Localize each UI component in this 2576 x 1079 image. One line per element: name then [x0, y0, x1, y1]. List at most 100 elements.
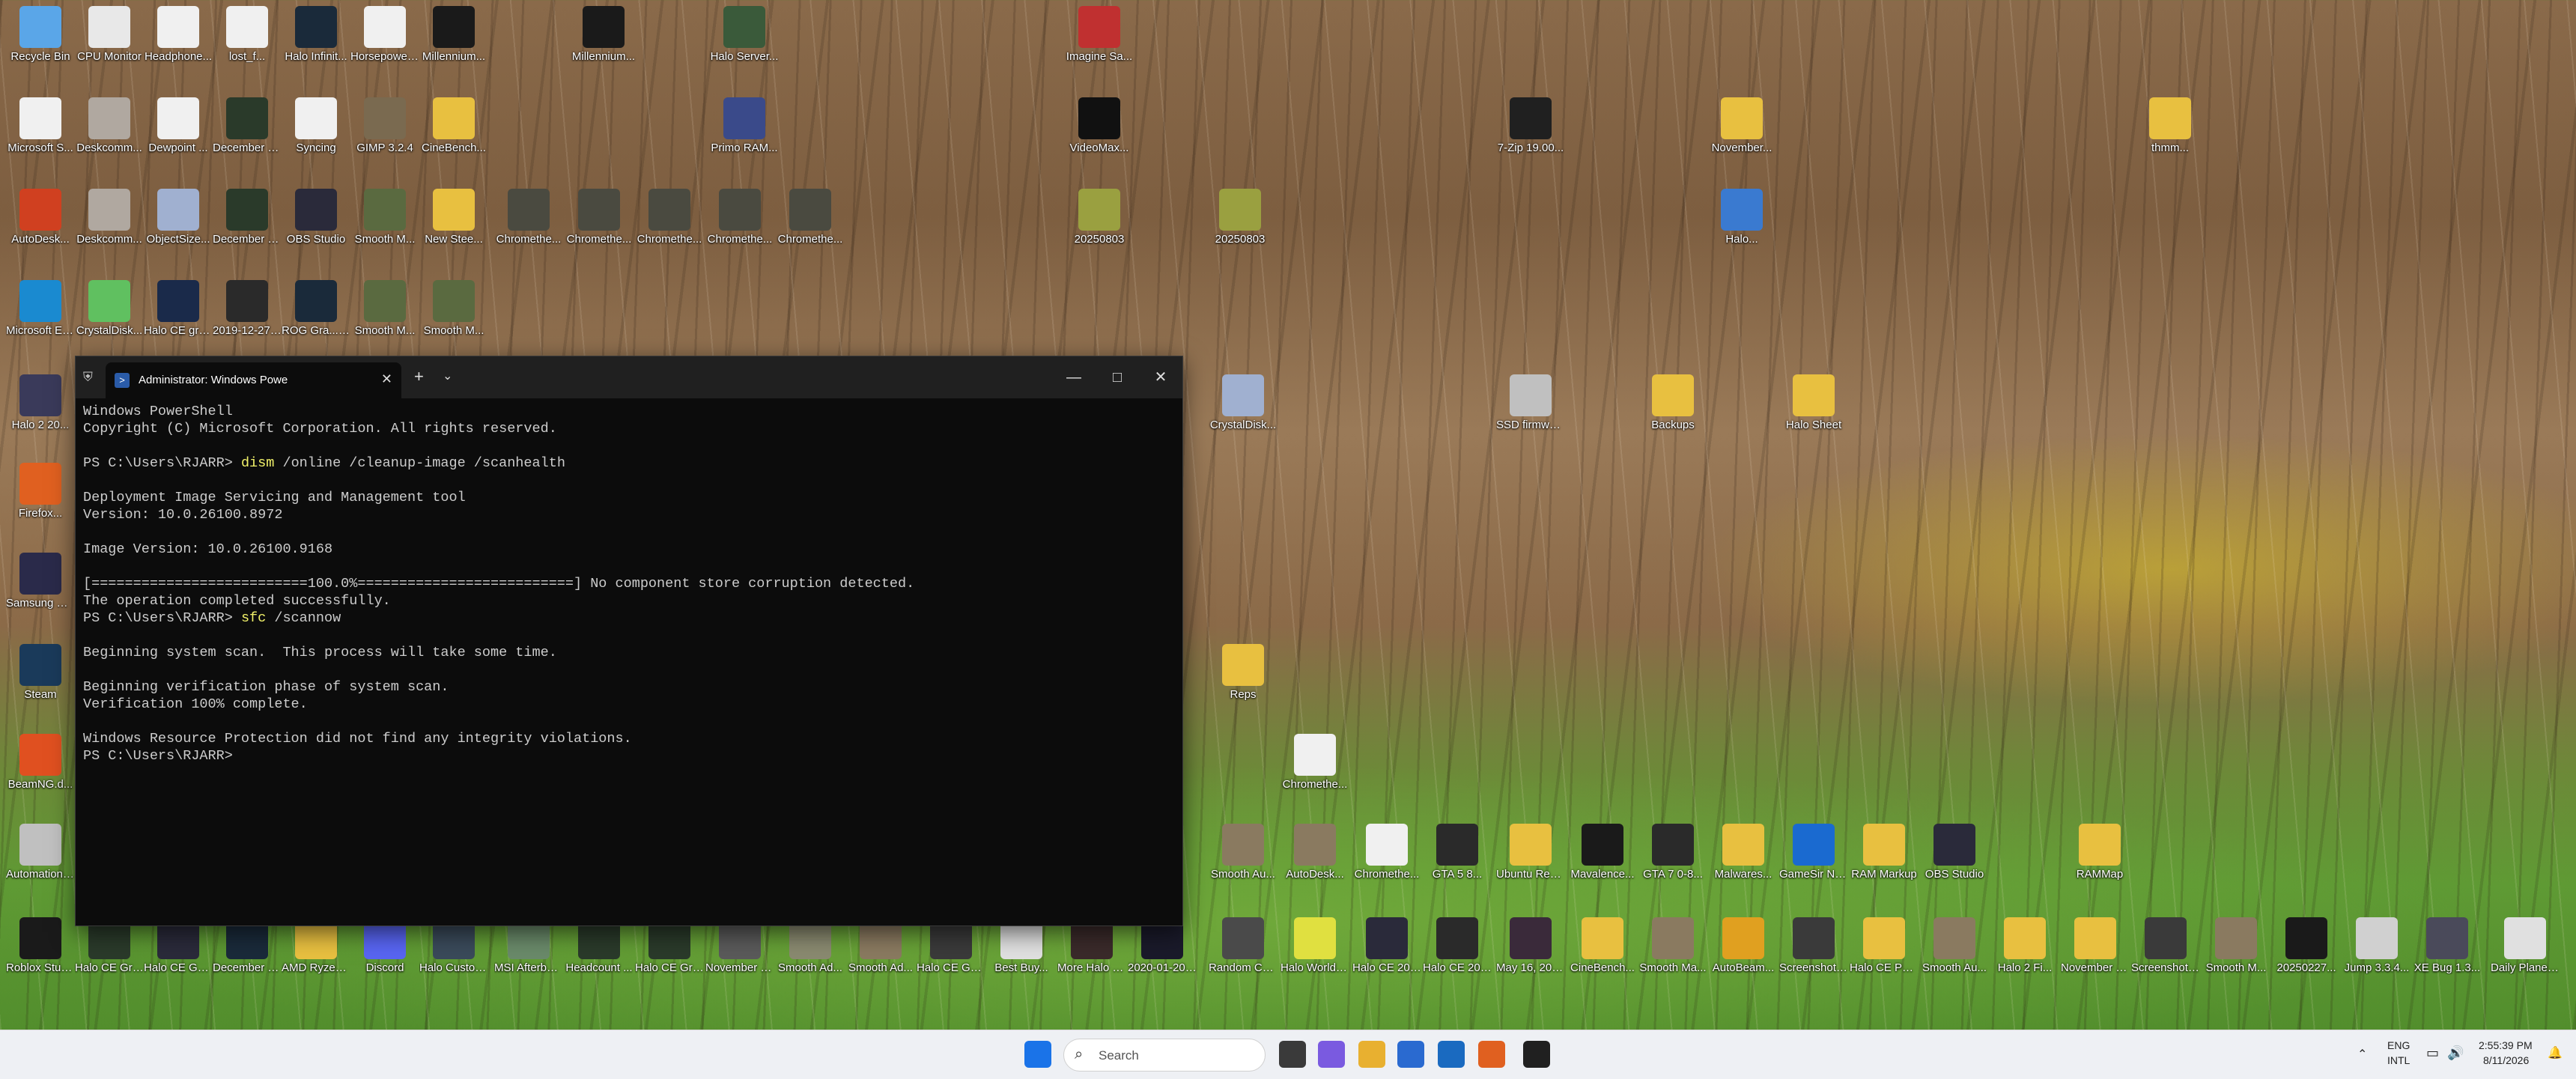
tab-powershell[interactable]: > Administrator: Windows Powe ✕ — [106, 362, 401, 398]
desktop-icon[interactable]: GIMP 3.2.4 — [350, 97, 419, 154]
desktop-icon[interactable]: CrystalDisk... — [1209, 374, 1278, 431]
desktop-icon[interactable]: GameSir Nexus Insti... — [1779, 824, 1848, 881]
desktop-icon[interactable]: Chromethe... — [494, 189, 563, 246]
desktop-icon[interactable]: Microsoft S... — [6, 97, 75, 154]
desktop-icon[interactable]: Firefox... — [6, 463, 75, 520]
desktop-icon[interactable]: Halo Sheet — [1779, 374, 1848, 431]
desktop-icon[interactable]: Random Capture — [1209, 917, 1278, 974]
desktop-icon[interactable]: Dewpoint ... — [144, 97, 213, 154]
language-bottom[interactable]: INTL — [2387, 1054, 2410, 1066]
desktop-icon[interactable]: thmm... — [2136, 97, 2205, 154]
desktop-icon[interactable]: Halo 2 20... — [6, 374, 75, 431]
desktop-icon[interactable]: Smooth M... — [419, 280, 488, 337]
clock-time[interactable]: 2:55:39 PM — [2479, 1039, 2533, 1051]
close-button[interactable]: ✕ — [1143, 364, 1178, 391]
desktop-icon[interactable]: 20250803 — [1065, 189, 1134, 246]
desktop-icon[interactable]: Chromethe... — [776, 189, 845, 246]
desktop-icon[interactable]: Smooth Au... — [1209, 824, 1278, 881]
desktop-icon[interactable]: Smooth Ma... — [1638, 917, 1707, 974]
desktop-icon[interactable]: RAM Markup — [1850, 824, 1919, 881]
desktop-icon[interactable]: Millennium... — [569, 6, 638, 63]
search-box[interactable]: ⌕ Search — [1063, 1039, 1266, 1072]
desktop-icon[interactable]: Halo CE 2020 Windo... — [1352, 917, 1421, 974]
desktop-icon[interactable]: VideoMax... — [1065, 97, 1134, 154]
language-top[interactable]: ENG — [2387, 1039, 2410, 1051]
desktop-icon[interactable]: Smooth M... — [350, 280, 419, 337]
clock-date[interactable]: 8/11/2026 — [2483, 1054, 2529, 1066]
desktop-icon[interactable]: 2019-12-27 2020-12... — [213, 280, 282, 337]
desktop-icon[interactable]: Microsoft Edge — [6, 280, 75, 337]
minimize-button[interactable]: — — [1057, 364, 1091, 391]
desktop-icon[interactable]: Roblox Studio — [6, 917, 75, 974]
desktop-icon[interactable]: 20250227... — [2272, 917, 2341, 974]
desktop-icon[interactable]: AutoDesk... — [1281, 824, 1349, 881]
desktop-icon[interactable]: New Stee... — [419, 189, 488, 246]
terminal-icon[interactable] — [1523, 1041, 1550, 1068]
desktop-icon[interactable]: Millennium... — [419, 6, 488, 63]
outlook-icon[interactable] — [1438, 1041, 1465, 1068]
desktop-icon[interactable]: Chromethe... — [705, 189, 774, 246]
desktop-icon[interactable]: Chromethe... — [1352, 824, 1421, 881]
desktop-icon[interactable]: CPU Monitor — [75, 6, 144, 63]
firefox-icon[interactable] — [1478, 1041, 1505, 1068]
desktop-icon[interactable]: Screenshot 2025-02-2... — [1779, 917, 1848, 974]
desktop-icon[interactable]: OBS Studio — [282, 189, 350, 246]
close-tab-icon[interactable]: ✕ — [381, 371, 392, 387]
copilot-icon[interactable] — [1318, 1041, 1345, 1068]
terminal-output[interactable]: Windows PowerShell Copyright (C) Microsof… — [83, 403, 1175, 925]
chevron-up-icon[interactable]: ⌃ — [2357, 1047, 2367, 1062]
desktop-icon[interactable]: November ROG Stri... — [2061, 917, 2130, 974]
desktop-icon[interactable]: XE Bug 1.3... — [2413, 917, 2482, 974]
desktop-icon[interactable]: Automation The Car Co... — [6, 824, 75, 881]
desktop-icon[interactable]: Halo Server... — [710, 6, 779, 63]
desktop-icon[interactable]: ROG Gra... GoldVega... — [282, 280, 350, 337]
start-icon[interactable] — [1024, 1041, 1051, 1068]
desktop-icon[interactable]: Halo 2 Fi... — [1990, 917, 2059, 974]
desktop-icon[interactable]: Smooth Au... — [1920, 917, 1989, 974]
volume-icon[interactable]: 🔊 — [2447, 1045, 2464, 1061]
desktop-icon[interactable]: Recycle Bin — [6, 6, 75, 63]
file-explorer-icon[interactable] — [1358, 1041, 1385, 1068]
desktop-icon[interactable]: Chromethe... — [1281, 734, 1349, 791]
desktop-icon[interactable]: Halo CE 2020-08-20... — [1423, 917, 1492, 974]
desktop-icon[interactable]: Deskcomm... — [75, 97, 144, 154]
desktop-icon[interactable]: Syncing — [282, 97, 350, 154]
desktop-icon[interactable]: AutoBeam... — [1709, 917, 1778, 974]
desktop-icon[interactable]: Reps — [1209, 644, 1278, 701]
desktop-icon[interactable]: Backups — [1638, 374, 1707, 431]
desktop-icon[interactable]: 7-Zip 19.00... — [1496, 97, 1565, 154]
desktop-icon[interactable]: SSD firmware... — [1496, 374, 1565, 431]
desktop-icon[interactable]: December 2019 Hal... — [213, 97, 282, 154]
desktop-icon[interactable]: BeamNG.d... — [6, 734, 75, 791]
desktop-icon[interactable]: GTA 5 8... — [1423, 824, 1492, 881]
desktop-icon[interactable]: November... — [1707, 97, 1776, 154]
desktop-icon[interactable]: Malwares... — [1709, 824, 1778, 881]
desktop-icon[interactable]: Deskcomm... — [75, 189, 144, 246]
desktop-icon[interactable]: RAMMap — [2065, 824, 2134, 881]
desktop-icon[interactable]: May 16, 2020 Halo CE Ro... — [1496, 917, 1565, 974]
desktop-icon[interactable]: AutoDesk... — [6, 189, 75, 246]
desktop-icon[interactable]: GTA 7 0-8... — [1638, 824, 1707, 881]
desktop-icon[interactable]: CrystalDisk... — [75, 280, 144, 337]
desktop-icon[interactable]: Smooth M... — [2202, 917, 2270, 974]
desktop-icon[interactable]: Halo CE Pack — [1850, 917, 1919, 974]
desktop-icon[interactable]: Daily Planet Repo... — [2491, 917, 2560, 974]
desktop-icon[interactable]: Smooth M... — [350, 189, 419, 246]
desktop-icon[interactable]: Chromethe... — [635, 189, 704, 246]
chevron-down-icon[interactable]: ⌄ — [443, 368, 452, 383]
desktop-icon[interactable]: OBS Studio — [1920, 824, 1989, 881]
desktop-icon[interactable]: Headphone... — [144, 6, 213, 63]
desktop-icon[interactable]: Mavalence... — [1568, 824, 1637, 881]
desktop-icon[interactable]: Halo Infinit... — [282, 6, 350, 63]
desktop-icon[interactable]: Jump 3.3.4... — [2342, 917, 2411, 974]
desktop-icon[interactable]: 20250803 — [1206, 189, 1275, 246]
new-tab-button[interactable]: + — [414, 367, 424, 386]
desktop-icon[interactable]: Halo World Halo CE Ro... — [1281, 917, 1349, 974]
task-view-icon[interactable] — [1279, 1041, 1306, 1068]
desktop-icon[interactable]: Horsepower... — [350, 6, 419, 63]
desktop-icon[interactable]: Imagine Sa... — [1065, 6, 1134, 63]
desktop-icon[interactable]: lost_f... — [213, 6, 282, 63]
desktop-icon[interactable]: CineBench... — [419, 97, 488, 154]
desktop-icon[interactable]: Ubuntu Repository — [1496, 824, 1565, 881]
microsoft-store-icon[interactable] — [1397, 1041, 1424, 1068]
